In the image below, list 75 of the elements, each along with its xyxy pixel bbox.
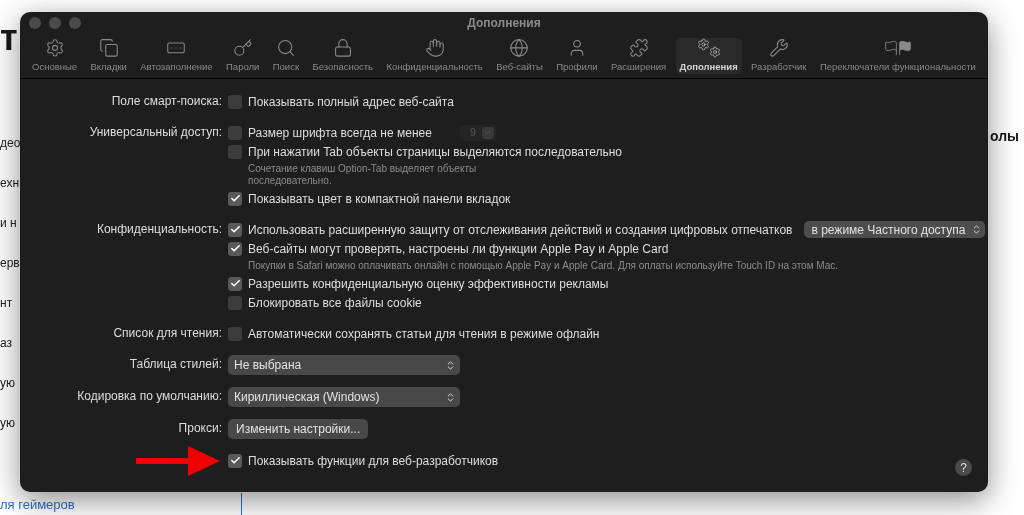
page-text: и н [0,216,18,230]
checkbox[interactable] [228,276,242,291]
section-label: Прокси: [178,420,222,437]
checkbox[interactable] [228,191,242,206]
checkbox[interactable] [228,222,242,237]
checkbox[interactable] [228,453,242,468]
checkbox[interactable] [228,241,242,256]
toolbar-tab[interactable]: Конфиденциальность [382,38,487,74]
minimize-button[interactable] [49,17,61,29]
toolbar-tab[interactable]: Основные [28,38,82,74]
page-text: ерв [0,256,20,270]
chevron-down-icon [482,126,494,139]
checkbox[interactable] [228,326,242,341]
option-label: Использовать расширенную защиту от отслеживания действий и создания цифровых отпечатков [248,221,793,239]
squares-icon [98,38,119,58]
checkbox[interactable] [228,125,242,140]
toolbar-tab[interactable]: Вкладки [86,38,131,74]
dropdown[interactable]: Не выбрана [228,355,460,375]
close-button[interactable] [29,17,41,29]
page-heading: т [0,18,19,58]
option-label: Размер шрифта всегда не менее [248,124,432,142]
section-label: Поле смарт-поиска: [111,93,222,110]
toolbar-tab[interactable]: Расширения [606,38,671,74]
toolbar-tab[interactable]: Поиск [268,38,304,74]
lock-icon [332,38,353,58]
toolbar-tab[interactable]: Веб-сайты [492,38,547,74]
option-label: При нажатии Tab объекты страницы выделяются последовательно [248,143,622,161]
toolbar-tab[interactable]: Безопасность [308,38,378,74]
toolbar-tab[interactable]: Пароли [222,38,264,74]
toolbar-tab[interactable]: Автозаполнение [136,38,217,74]
page-heading: олы [990,128,1020,144]
gears-icon [696,38,721,58]
window-title: Дополнения [467,15,541,32]
puzzle-icon [628,38,649,58]
checkbox[interactable] [228,144,242,159]
gear-icon [44,38,65,58]
option-label: Веб-сайты могут проверять, настроены ли функции Apple Pay и Apple Card [248,240,669,258]
search-icon [275,38,296,58]
dropdown[interactable]: Кириллическая (Windows) [228,387,460,407]
up-down-chevron-icon [445,359,456,371]
checkbox[interactable] [228,295,242,310]
toolbar-tab[interactable]: Переключатели функциональности [815,38,980,74]
page-text: ую [0,416,16,430]
page-text: део [0,136,20,150]
page-text: ую [0,376,16,390]
checkbox[interactable] [228,94,242,109]
page-text: нт [0,296,14,310]
mode-dropdown[interactable]: в режиме Частного доступа [804,221,986,238]
page-link[interactable]: ля геймеров [0,494,75,515]
wrench-icon [768,38,789,58]
section-label: Таблица стилей: [129,356,222,373]
toolbar-tab[interactable]: Разработчик [747,38,811,74]
section-label: Кодировка по умолчанию: [77,388,222,405]
option-label: Показывать полный адрес веб-сайта [248,93,454,111]
toolbar-tab[interactable]: Дополнения [675,38,742,74]
hand-icon [424,38,445,58]
hint-text: Сочетание клавиш Option-Tab выделяет объекты последовательно. [248,162,478,188]
up-down-chevron-icon [445,391,456,403]
zoom-button[interactable] [69,17,81,29]
option-label: Показывать цвет в компактной панели вкладок [248,190,511,208]
option-label: Блокировать все файлы cookie [248,294,422,312]
option-label: Разрешить конфиденциальную оценку эффективности рекламы [248,275,609,293]
globe-icon [509,38,530,58]
page-text: ехн [0,176,20,190]
change-settings-button[interactable]: Изменить настройки... [228,419,369,439]
help-button[interactable]: ? [955,459,972,476]
key-icon [232,38,253,58]
option-label: Автоматически сохранять статьи для чтения в режиме офлайн [248,325,600,343]
hint-text: Покупки в Safari можно оплачивать онлайн с помощью Apple Pay и Apple Card. Для оплаты используйте Touch ID на этом Mac. [248,259,839,273]
section-label: Конфиденциальность: [96,221,222,238]
section-label: Список для чтения: [113,325,222,342]
page-text: аз [0,336,14,350]
section-label: Универсальный доступ: [89,124,222,141]
toolbar-tab[interactable]: Профили [552,38,602,74]
option-label: Показывать функции для веб-разработчиков [248,452,499,470]
